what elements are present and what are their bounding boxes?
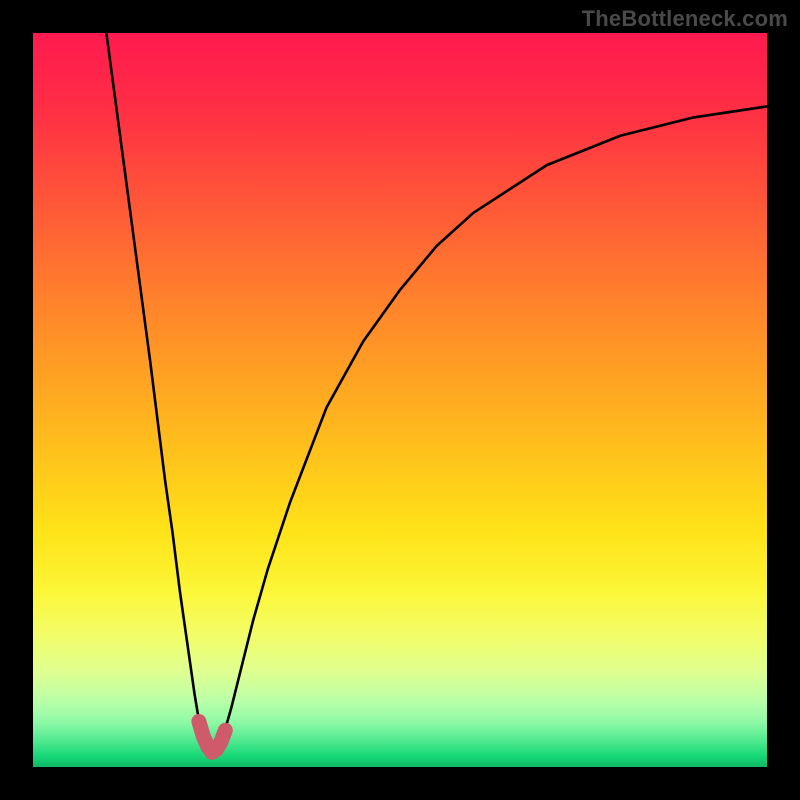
curve-layer — [33, 33, 767, 767]
plot-area — [33, 33, 767, 767]
chart-container: TheBottleneck.com — [0, 0, 800, 800]
watermark-text: TheBottleneck.com — [582, 6, 788, 32]
bottleneck-curve — [106, 33, 767, 752]
optimal-segment — [199, 721, 225, 752]
